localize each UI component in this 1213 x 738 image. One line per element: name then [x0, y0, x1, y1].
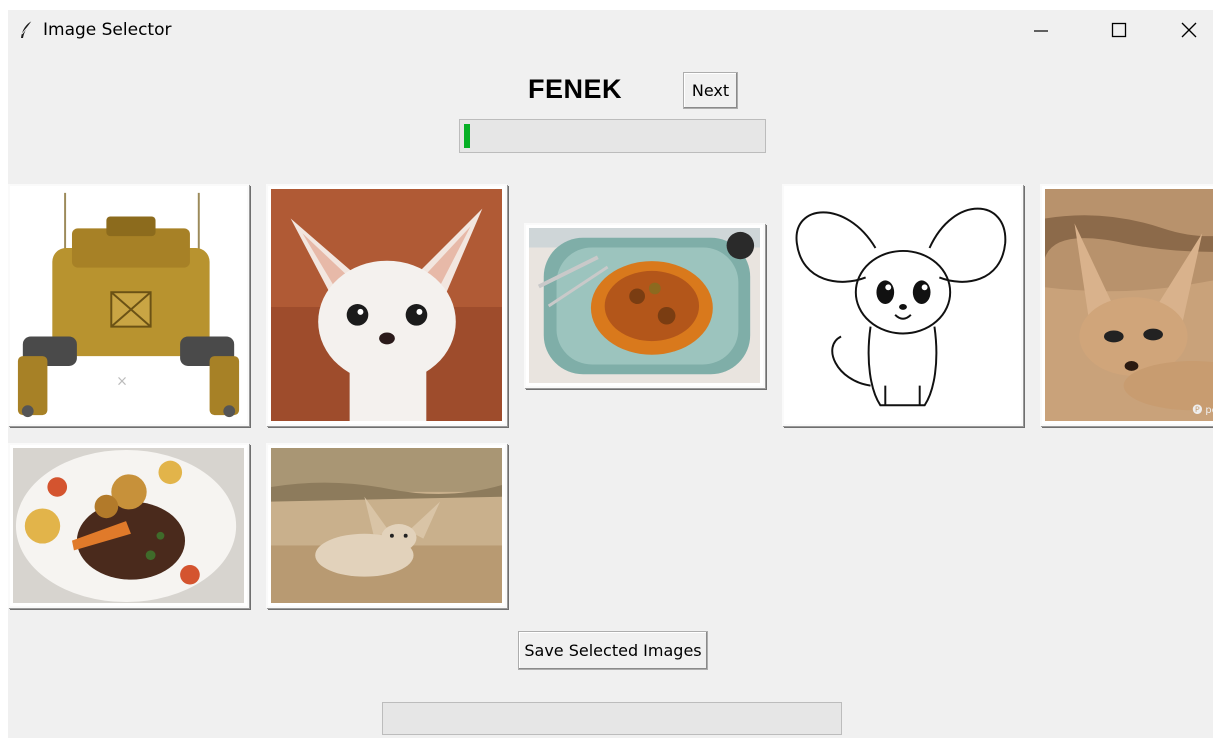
- minimize-icon: [1033, 22, 1049, 38]
- app-window: Image Selector FENEK Next × 🅟 p Save Sel…: [8, 10, 1213, 738]
- maximize-icon: [1111, 22, 1127, 38]
- fennec-fox-closeup-image[interactable]: [266, 184, 507, 426]
- vegetable-dish-plate-image[interactable]: [524, 223, 765, 388]
- minimize-button[interactable]: [1018, 10, 1064, 50]
- title-bar: Image Selector: [8, 10, 1213, 52]
- cartoon-mouse-drawing-image[interactable]: [782, 184, 1023, 426]
- close-button[interactable]: [1166, 10, 1212, 50]
- feather-icon: [18, 20, 36, 40]
- fennec-fox-sleeping-image[interactable]: [266, 443, 507, 608]
- close-icon: [1181, 22, 1197, 38]
- category-label: FENEK: [528, 74, 623, 104]
- svg-text:×: ×: [116, 374, 128, 390]
- maximize-button[interactable]: [1096, 10, 1142, 50]
- fennec-fox-lying-image[interactable]: 🅟 pexels: [1040, 184, 1213, 426]
- next-button[interactable]: Next: [683, 72, 738, 109]
- stew-plate-image[interactable]: [8, 443, 249, 608]
- mech-robot-image[interactable]: ×: [8, 184, 249, 426]
- save-selected-images-button[interactable]: Save Selected Images: [518, 631, 708, 670]
- progress-bar: [459, 119, 766, 153]
- status-field: [382, 702, 842, 735]
- svg-text:🅟 pexels: 🅟 pexels: [1192, 404, 1213, 416]
- progress-fill: [464, 124, 470, 148]
- window-title: Image Selector: [43, 20, 172, 40]
